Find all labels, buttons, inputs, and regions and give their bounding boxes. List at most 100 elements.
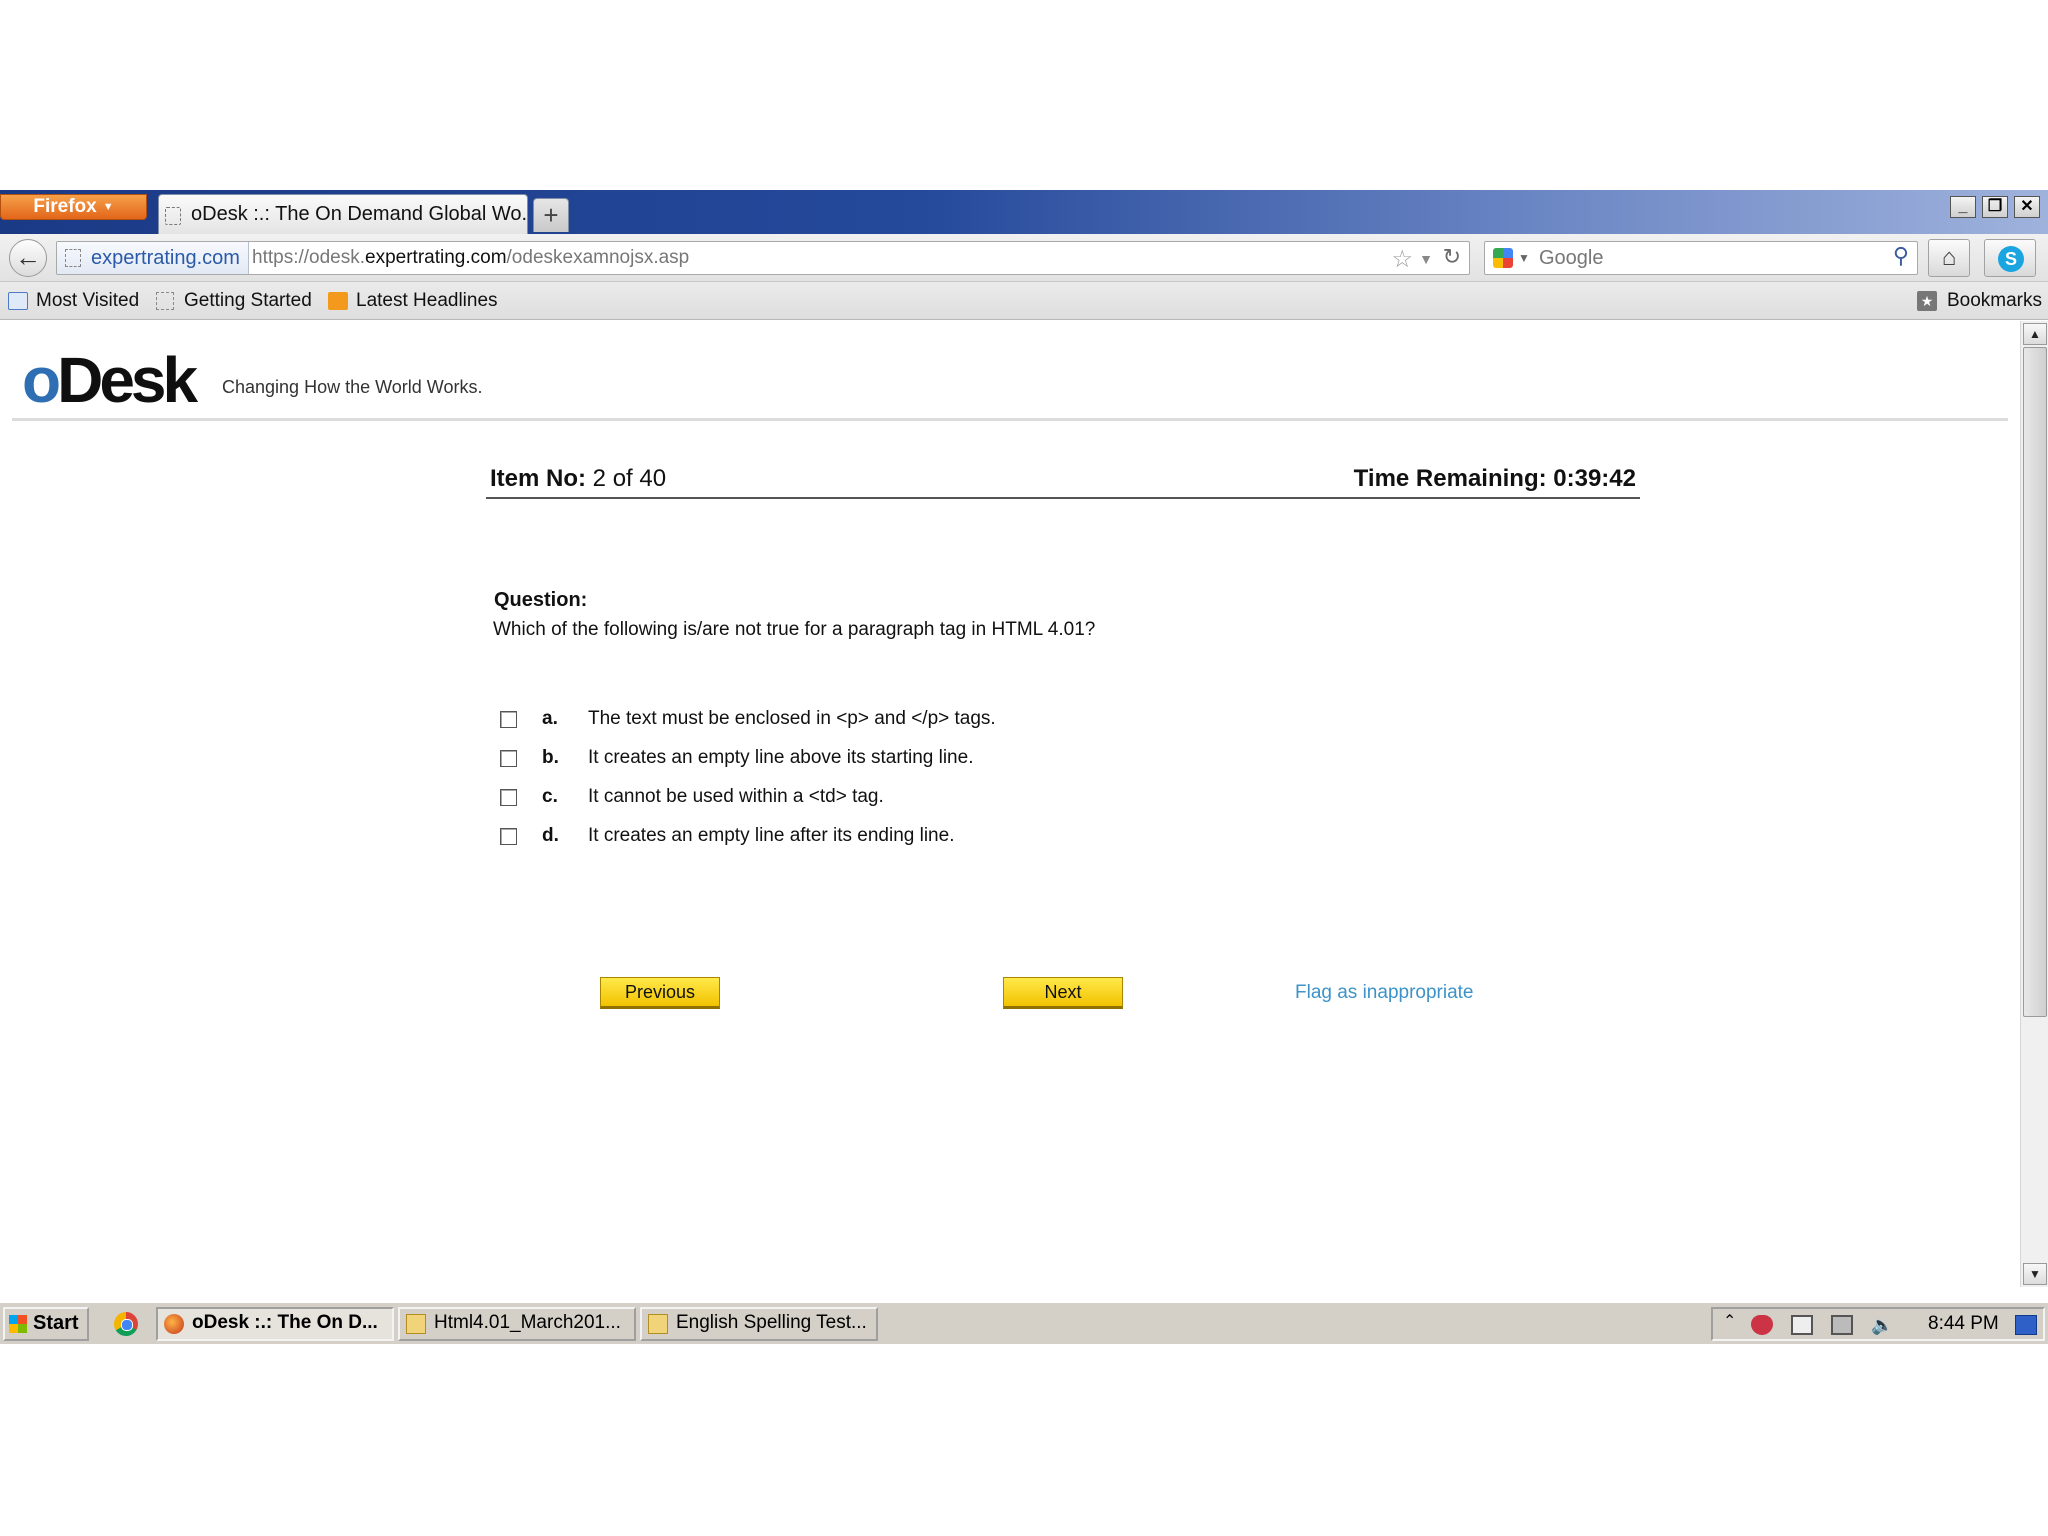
home-icon: ⌂ [1941, 244, 1957, 271]
search-engine-dropdown-icon[interactable]: ▼ [1518, 246, 1530, 270]
new-tab-button[interactable]: + [533, 198, 569, 232]
bookmark-getting-started[interactable]: Getting Started [156, 282, 312, 320]
windows-taskbar: Start oDesk :.: The On D... Html4.01_Mar… [0, 1301, 2048, 1344]
bookmark-label: Latest Headlines [356, 290, 498, 311]
flag-inappropriate-link[interactable]: Flag as inappropriate [1295, 982, 1474, 1004]
clock[interactable]: 8:44 PM [1928, 1313, 1999, 1335]
item-number-value: 2 of 40 [592, 465, 667, 492]
next-button[interactable]: Next [1003, 977, 1123, 1009]
logo-o: o [22, 344, 61, 416]
tab-title: oDesk :.: The On Demand Global Wo... [191, 203, 528, 225]
reload-icon[interactable]: ↻ [1443, 244, 1461, 270]
vertical-scrollbar[interactable]: ▲ ▼ [2020, 321, 2048, 1287]
search-placeholder: Google [1539, 247, 1604, 269]
google-icon[interactable] [1493, 248, 1513, 268]
taskbar-item-odesk[interactable]: oDesk :.: The On D... [156, 1307, 394, 1341]
item-number: Item No: 2 of 40 [490, 465, 666, 493]
option-checkbox[interactable] [500, 711, 517, 728]
scroll-down-arrow-icon[interactable]: ▼ [2023, 1263, 2047, 1285]
star-icon[interactable]: ☆ [1391, 245, 1413, 274]
firefox-menu-label: Firefox [33, 196, 97, 217]
page-content: oDesk Changing How the World Works. Item… [0, 321, 2020, 1287]
logo-desk: Desk [57, 344, 198, 416]
bookmarks-label: Bookmarks [1946, 290, 2042, 311]
network-tray-icon[interactable] [1831, 1315, 1853, 1335]
taskbar-item-label: Html4.01_March201... [434, 1312, 621, 1333]
rss-feed-icon [328, 292, 348, 310]
firefox-menu-button[interactable]: Firefox ▼ [0, 194, 147, 220]
bookmarks-menu-button[interactable]: ★ Bookmarks [1916, 282, 2042, 320]
back-button[interactable]: ← [9, 239, 47, 277]
volume-icon[interactable]: 🔈 [1871, 1315, 1893, 1335]
tab-odesk[interactable]: oDesk :.: The On Demand Global Wo... [158, 194, 528, 234]
option-letter: a. [542, 708, 558, 729]
skype-icon: S [1998, 246, 2024, 272]
item-number-label: Item No: [490, 465, 586, 492]
scroll-up-arrow-icon[interactable]: ▲ [2023, 323, 2047, 345]
url-prefix: https://odesk. [252, 247, 366, 268]
option-checkbox[interactable] [500, 789, 517, 806]
close-window-button[interactable]: ✕ [2014, 196, 2040, 218]
minimize-button[interactable]: _ [1950, 196, 1976, 218]
system-tray: ⌃ 🔈 8:44 PM [1711, 1307, 2045, 1341]
option-checkbox[interactable] [500, 750, 517, 767]
skype-button[interactable]: S [1984, 239, 2036, 277]
taskbar-item-label: English Spelling Test... [676, 1312, 867, 1333]
bookmark-latest-headlines[interactable]: Latest Headlines [328, 282, 498, 320]
option-text: It creates an empty line above its start… [588, 747, 974, 768]
page-favicon-icon [165, 207, 181, 225]
url-domain: expertrating.com [365, 247, 507, 268]
url-dropdown-icon[interactable]: ▼ [1419, 247, 1433, 271]
option-text: It creates an empty line after its endin… [588, 825, 955, 846]
start-label: Start [33, 1312, 79, 1334]
navigation-toolbar: ← expertrating.com https://odesk.expertr… [0, 234, 2048, 282]
site-identity-button[interactable]: expertrating.com [57, 242, 249, 274]
back-arrow-icon: ← [15, 242, 41, 272]
restore-button[interactable]: ❐ [1982, 196, 2008, 218]
page-icon [156, 292, 174, 310]
site-identity-label: expertrating.com [91, 247, 240, 269]
bookmark-label: Most Visited [36, 290, 140, 311]
chevron-down-icon: ▼ [102, 201, 114, 213]
item-header: Item No: 2 of 40 Time Remaining: 0:39:42 [486, 461, 1640, 499]
folder-icon [648, 1314, 668, 1334]
page-favicon-icon [65, 249, 81, 267]
taskbar-item-html401[interactable]: Html4.01_March201... [398, 1307, 636, 1341]
show-hidden-icons-arrow-icon[interactable]: ⌃ [1723, 1311, 1736, 1331]
bookmarks-star-icon: ★ [1916, 291, 1937, 311]
url-path: /odeskexamnojsx.asp [506, 247, 690, 268]
chrome-quicklaunch-icon[interactable] [114, 1312, 138, 1336]
odesk-logo: oDesk [22, 344, 198, 416]
question-text: Which of the following is/are not true f… [493, 619, 1096, 640]
bookmarks-toolbar: Most Visited Getting Started Latest Head… [0, 282, 2048, 320]
home-button[interactable]: ⌂ [1928, 239, 1970, 277]
tagline: Changing How the World Works. [222, 377, 483, 397]
previous-button[interactable]: Previous [600, 977, 720, 1009]
option-text: The text must be enclosed in <p> and </p… [588, 708, 996, 729]
url-text[interactable]: https://odesk.expertrating.com/odeskexam… [252, 242, 689, 274]
time-remaining: Time Remaining: 0:39:42 [1353, 465, 1636, 492]
show-desktop-icon[interactable] [2015, 1315, 2037, 1335]
browser-title-bar: Firefox ▼ oDesk :.: The On Demand Global … [0, 190, 2048, 234]
bookmark-most-visited[interactable]: Most Visited [8, 282, 139, 320]
option-letter: c. [542, 786, 558, 807]
taskbar-item-label: oDesk :.: The On D... [192, 1312, 378, 1333]
desktop-screen: Firefox ▼ oDesk :.: The On Demand Global … [0, 190, 2048, 1344]
scrollbar-thumb[interactable] [2023, 347, 2047, 1017]
folder-icon [406, 1314, 426, 1334]
device-tray-icon[interactable] [1791, 1315, 1813, 1335]
taskbar-item-english-spelling[interactable]: English Spelling Test... [640, 1307, 878, 1341]
url-bar[interactable]: expertrating.com https://odesk.expertrat… [56, 241, 1470, 275]
start-button[interactable]: Start [3, 1307, 89, 1341]
option-letter: b. [542, 747, 559, 768]
search-bar[interactable]: ▼ Google ⚲ [1484, 241, 1918, 275]
magnifier-icon[interactable]: ⚲ [1893, 243, 1909, 269]
option-letter: d. [542, 825, 559, 846]
header-divider [12, 418, 2008, 421]
most-visited-icon [8, 292, 28, 310]
heart-tray-icon[interactable] [1751, 1315, 1773, 1335]
windows-logo-icon [9, 1315, 27, 1333]
option-text: It cannot be used within a <td> tag. [588, 786, 884, 807]
question-label: Question: [494, 589, 588, 611]
option-checkbox[interactable] [500, 828, 517, 845]
